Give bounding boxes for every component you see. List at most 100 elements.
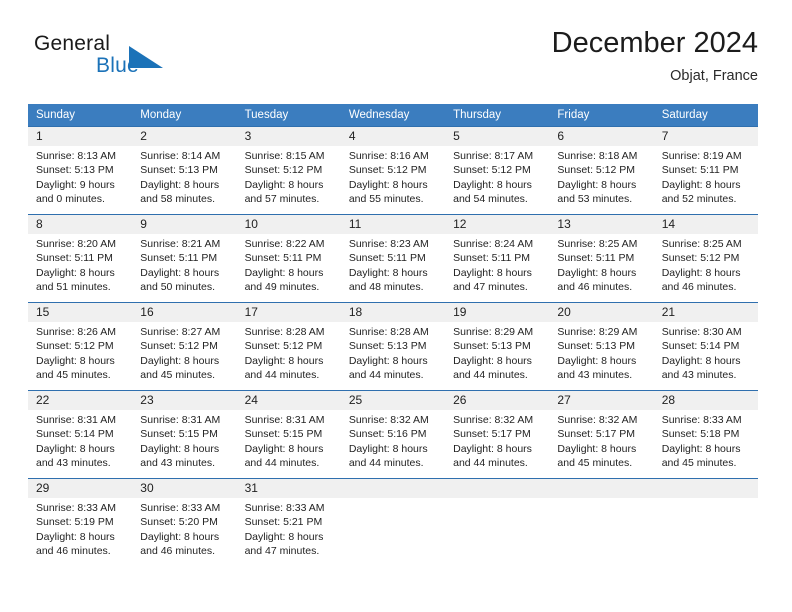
- day-cell[interactable]: 29 Sunrise: 8:33 AM Sunset: 5:19 PM Dayl…: [28, 479, 133, 566]
- daylight-text-line2: and 47 minutes.: [453, 281, 528, 294]
- day-details: Sunrise: 8:32 AM Sunset: 5:17 PM Dayligh…: [445, 410, 549, 471]
- sunset-text: Sunset: 5:13 PM: [453, 340, 531, 353]
- sunrise-text: Sunrise: 8:33 AM: [140, 502, 221, 514]
- daylight-text-line2: and 50 minutes.: [140, 281, 215, 294]
- sunrise-text: Sunrise: 8:30 AM: [661, 326, 742, 338]
- day-number: [445, 479, 550, 498]
- day-details: Sunrise: 8:15 AM Sunset: 5:12 PM Dayligh…: [237, 146, 341, 207]
- daylight-text-line2: and 57 minutes.: [244, 193, 320, 206]
- day-cell[interactable]: 28 Sunrise: 8:33 AM Sunset: 5:18 PM Dayl…: [653, 391, 758, 478]
- day-cell[interactable]: 30 Sunrise: 8:33 AM Sunset: 5:20 PM Dayl…: [132, 479, 237, 566]
- daylight-text-line1: Daylight: 8 hours: [661, 442, 741, 455]
- day-cell[interactable]: 13 Sunrise: 8:25 AM Sunset: 5:11 PM Dayl…: [549, 215, 654, 302]
- sunset-text: Sunset: 5:13 PM: [348, 340, 427, 353]
- day-cell[interactable]: 15 Sunrise: 8:26 AM Sunset: 5:12 PM Dayl…: [28, 303, 133, 390]
- sunset-text: Sunset: 5:13 PM: [36, 164, 114, 177]
- day-details: Sunrise: 8:33 AM Sunset: 5:18 PM Dayligh…: [654, 410, 758, 471]
- daylight-text-line2: and 44 minutes.: [348, 369, 424, 382]
- daylight-text-line1: Daylight: 8 hours: [557, 354, 637, 367]
- day-number: 17: [236, 303, 341, 322]
- sunset-text: Sunset: 5:17 PM: [453, 428, 531, 441]
- daylight-text-line2: and 43 minutes.: [557, 369, 633, 382]
- day-number: 2: [132, 127, 237, 146]
- sunset-text: Sunset: 5:12 PM: [36, 340, 114, 353]
- daylight-text-line2: and 53 minutes.: [557, 193, 633, 206]
- day-number: 21: [653, 303, 758, 322]
- day-details: Sunrise: 8:16 AM Sunset: 5:12 PM Dayligh…: [341, 146, 445, 207]
- weekday-header-sunday: Sunday: [36, 109, 76, 121]
- daylight-text-line2: and 55 minutes.: [348, 193, 424, 206]
- day-cell[interactable]: 16 Sunrise: 8:27 AM Sunset: 5:12 PM Dayl…: [132, 303, 237, 390]
- day-cell[interactable]: 10 Sunrise: 8:22 AM Sunset: 5:11 PM Dayl…: [236, 215, 341, 302]
- day-details: Sunrise: 8:31 AM Sunset: 5:15 PM Dayligh…: [132, 410, 236, 471]
- day-cell[interactable]: 20 Sunrise: 8:29 AM Sunset: 5:13 PM Dayl…: [549, 303, 654, 390]
- day-number: 30: [132, 479, 237, 498]
- daylight-text-line2: and 44 minutes.: [453, 457, 528, 470]
- day-cell[interactable]: 26 Sunrise: 8:32 AM Sunset: 5:17 PM Dayl…: [445, 391, 550, 478]
- day-cell[interactable]: 6 Sunrise: 8:18 AM Sunset: 5:12 PM Dayli…: [549, 127, 654, 214]
- day-number: 19: [445, 303, 550, 322]
- daylight-text-line1: Daylight: 8 hours: [348, 178, 428, 191]
- sunset-text: Sunset: 5:11 PM: [244, 252, 322, 265]
- sunset-text: Sunset: 5:12 PM: [348, 164, 427, 177]
- sunset-text: Sunset: 5:11 PM: [557, 252, 635, 265]
- day-cell[interactable]: 17 Sunrise: 8:28 AM Sunset: 5:12 PM Dayl…: [236, 303, 341, 390]
- daylight-text-line2: and 49 minutes.: [244, 281, 320, 294]
- day-details: Sunrise: 8:29 AM Sunset: 5:13 PM Dayligh…: [445, 322, 549, 383]
- day-cell[interactable]: 21 Sunrise: 8:30 AM Sunset: 5:14 PM Dayl…: [653, 303, 758, 390]
- sunrise-text: Sunrise: 8:32 AM: [453, 414, 534, 426]
- day-cell[interactable]: 14 Sunrise: 8:25 AM Sunset: 5:12 PM Dayl…: [653, 215, 758, 302]
- day-cell[interactable]: 25 Sunrise: 8:32 AM Sunset: 5:16 PM Dayl…: [340, 391, 446, 478]
- day-details: Sunrise: 8:19 AM Sunset: 5:11 PM Dayligh…: [654, 146, 758, 207]
- weekday-header-thursday: Thursday: [453, 109, 502, 121]
- sunrise-text: Sunrise: 8:27 AM: [140, 326, 221, 338]
- daylight-text-line1: Daylight: 8 hours: [244, 530, 324, 543]
- sunset-text: Sunset: 5:19 PM: [36, 516, 114, 529]
- day-number: 5: [445, 127, 550, 146]
- daylight-text-line1: Daylight: 8 hours: [348, 354, 428, 367]
- daylight-text-line1: Daylight: 8 hours: [453, 354, 532, 367]
- sunset-text: Sunset: 5:14 PM: [661, 340, 740, 353]
- daylight-text-line2: and 45 minutes.: [140, 369, 215, 382]
- day-number: [340, 479, 446, 498]
- week-row: 8 Sunrise: 8:20 AM Sunset: 5:11 PM Dayli…: [28, 214, 758, 302]
- day-cell[interactable]: 9 Sunrise: 8:21 AM Sunset: 5:11 PM Dayli…: [132, 215, 237, 302]
- day-cell[interactable]: 4 Sunrise: 8:16 AM Sunset: 5:12 PM Dayli…: [340, 127, 446, 214]
- daylight-text-line2: and 47 minutes.: [244, 545, 320, 558]
- daylight-text-line1: Daylight: 8 hours: [244, 442, 324, 455]
- day-cell[interactable]: 12 Sunrise: 8:24 AM Sunset: 5:11 PM Dayl…: [445, 215, 550, 302]
- sunrise-text: Sunrise: 8:14 AM: [140, 150, 221, 162]
- weekday-header-saturday: Saturday: [661, 109, 708, 121]
- day-cell[interactable]: 3 Sunrise: 8:15 AM Sunset: 5:12 PM Dayli…: [236, 127, 341, 214]
- day-cell[interactable]: 11 Sunrise: 8:23 AM Sunset: 5:11 PM Dayl…: [340, 215, 446, 302]
- daylight-text-line2: and 44 minutes.: [244, 457, 320, 470]
- day-cell[interactable]: 8 Sunrise: 8:20 AM Sunset: 5:11 PM Dayli…: [28, 215, 133, 302]
- day-cell[interactable]: 5 Sunrise: 8:17 AM Sunset: 5:12 PM Dayli…: [445, 127, 550, 214]
- day-cell[interactable]: 19 Sunrise: 8:29 AM Sunset: 5:13 PM Dayl…: [445, 303, 550, 390]
- day-cell[interactable]: 23 Sunrise: 8:31 AM Sunset: 5:15 PM Dayl…: [132, 391, 237, 478]
- day-cell[interactable]: 31 Sunrise: 8:33 AM Sunset: 5:21 PM Dayl…: [236, 479, 341, 566]
- daylight-text-line2: and 52 minutes.: [661, 193, 737, 206]
- daylight-text-line2: and 45 minutes.: [557, 457, 633, 470]
- daylight-text-line1: Daylight: 8 hours: [36, 354, 115, 367]
- day-number: 29: [28, 479, 133, 498]
- general-blue-logo[interactable]: General Blue: [34, 32, 224, 90]
- day-cell[interactable]: 22 Sunrise: 8:31 AM Sunset: 5:14 PM Dayl…: [28, 391, 133, 478]
- day-cell[interactable]: 18 Sunrise: 8:28 AM Sunset: 5:13 PM Dayl…: [340, 303, 446, 390]
- day-cell[interactable]: 27 Sunrise: 8:32 AM Sunset: 5:17 PM Dayl…: [549, 391, 654, 478]
- day-cell[interactable]: 24 Sunrise: 8:31 AM Sunset: 5:15 PM Dayl…: [236, 391, 341, 478]
- daylight-text-line1: Daylight: 8 hours: [557, 178, 637, 191]
- sunset-text: Sunset: 5:18 PM: [661, 428, 740, 441]
- daylight-text-line1: Daylight: 8 hours: [244, 266, 324, 279]
- sunrise-text: Sunrise: 8:24 AM: [453, 238, 534, 250]
- daylight-text-line2: and 48 minutes.: [348, 281, 424, 294]
- day-details: Sunrise: 8:21 AM Sunset: 5:11 PM Dayligh…: [132, 234, 236, 295]
- day-cell[interactable]: 1 Sunrise: 8:13 AM Sunset: 5:13 PM Dayli…: [28, 127, 133, 214]
- day-details: Sunrise: 8:31 AM Sunset: 5:14 PM Dayligh…: [28, 410, 132, 471]
- day-number: 8: [28, 215, 133, 234]
- day-cell[interactable]: 2 Sunrise: 8:14 AM Sunset: 5:13 PM Dayli…: [132, 127, 237, 214]
- day-cell[interactable]: 7 Sunrise: 8:19 AM Sunset: 5:11 PM Dayli…: [653, 127, 758, 214]
- daylight-text-line2: and 45 minutes.: [661, 457, 737, 470]
- day-details: Sunrise: 8:26 AM Sunset: 5:12 PM Dayligh…: [28, 322, 132, 383]
- daylight-text-line1: Daylight: 8 hours: [661, 178, 741, 191]
